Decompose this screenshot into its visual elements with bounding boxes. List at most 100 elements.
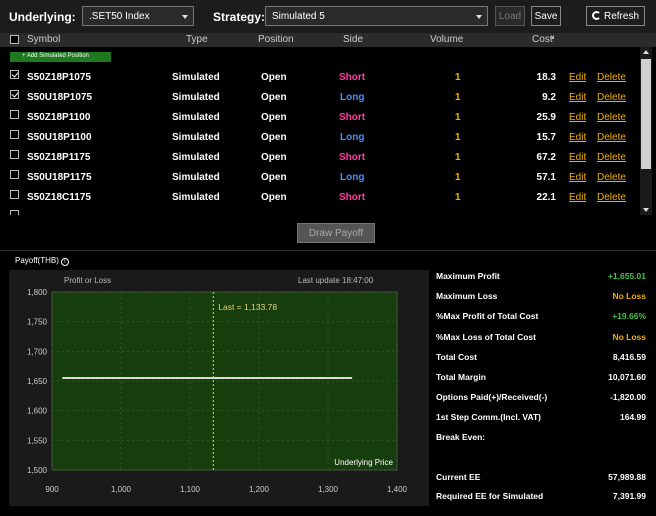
row-cost: 67.2 [536,152,556,163]
stat-label: Maximum Loss [436,291,498,301]
refresh-icon [591,11,601,20]
row-side: Short [339,152,366,163]
row-type: Simulated [172,132,220,143]
scroll-up-icon[interactable] [643,50,649,54]
y-tick-label: 1,750 [27,318,48,327]
stat-break-even: Break Even: [436,432,650,446]
underlying-label: Underlying: [9,10,76,24]
row-checkbox[interactable] [10,130,19,139]
strategy-select[interactable]: Simulated 5 [265,6,488,26]
row-side: Short [339,112,366,123]
delete-link[interactable]: Delete [597,112,626,123]
edit-link[interactable]: Edit [569,192,586,203]
strategy-value: Simulated 5 [272,11,325,22]
row-checkbox[interactable] [10,70,19,79]
payoff-chart: 900 1,000 1,100 1,200 1,300 1,400 1,800 1,750 1,… [27,288,408,494]
row-position: Open [261,72,287,83]
scroll-thumb[interactable] [641,59,651,169]
load-button[interactable]: Load [495,6,525,26]
header-side[interactable]: Side [343,34,363,45]
table-header: Symbol Type Position Side Volume Cost [0,33,656,47]
stat-total-cost: Total Cost 8,416.59 [436,352,650,366]
row-type: Simulated [172,192,220,203]
y-tick-label: 1,800 [27,288,48,297]
stat-total-margin: Total Margin 10,071.60 [436,372,650,386]
stat-value: 7,391.99 [612,491,646,501]
row-cost: 15.7 [536,132,556,143]
header-volume[interactable]: Volume [430,34,463,45]
row-volume: 1 [455,172,461,183]
stat-value: No Loss [612,291,646,301]
header-type[interactable]: Type [186,34,208,45]
delete-link[interactable]: Delete [597,192,626,203]
stat-value: -1,820.00 [610,392,646,402]
stat-label: Total Margin [436,372,486,382]
table-row-partial [0,207,638,215]
select-all-checkbox[interactable] [10,35,19,44]
row-volume: 1 [455,192,461,203]
section-divider [0,250,656,251]
delete-link[interactable]: Delete [597,72,626,83]
stat-value: 164.99 [620,412,646,422]
header-symbol[interactable]: Symbol [27,34,60,45]
row-checkbox[interactable] [10,90,19,99]
stat-max-profit-pct: %Max Profit of Total Cost +19.66% [436,311,650,325]
stat-label: 1st Step Comm.(Incl. VAT) [436,412,542,422]
delete-link[interactable]: Delete [597,172,626,183]
header-cost[interactable]: Cost [532,34,554,46]
edit-link[interactable]: Edit [569,172,586,183]
stat-value: 10,071.60 [608,372,646,382]
stat-commission: 1st Step Comm.(Incl. VAT) 164.99 [436,412,650,426]
row-checkbox[interactable] [10,150,19,159]
chevron-down-icon [182,15,188,19]
table-row: S50Z18P1175 Simulated Open Short 1 67.2 … [0,147,638,167]
save-button[interactable]: Save [531,6,561,26]
payoff-title-text: Payoff(THB) [15,256,59,265]
delete-link[interactable]: Delete [597,132,626,143]
x-tick-label: 1,200 [249,485,270,494]
row-symbol: S50U18P1075 [27,92,93,103]
table-row: S50Z18P1075 Simulated Open Short 1 18.3 … [0,67,638,87]
edit-link[interactable]: Edit [569,92,586,103]
y-tick-label: 1,550 [27,436,48,445]
edit-link[interactable]: Edit [569,112,586,123]
stat-label: %Max Loss of Total Cost [436,332,536,342]
strategy-label: Strategy: [213,10,266,24]
stat-max-loss-pct: %Max Loss of Total Cost No Loss [436,332,650,346]
row-cost: 57.1 [536,172,556,183]
row-checkbox[interactable] [10,110,19,119]
stat-label: Total Cost [436,352,477,362]
row-cost: 22.1 [536,192,556,203]
row-side: Long [340,92,365,103]
header-position[interactable]: Position [258,34,294,45]
row-cost: 9.2 [542,92,556,103]
edit-link[interactable]: Edit [569,152,586,163]
payoff-chart-panel: Profit or Loss Last update 18:47:00 900 1… [9,270,429,506]
underlying-select[interactable]: .SET50 Index [82,6,194,26]
delete-link[interactable]: Delete [597,92,626,103]
chevron-down-icon [476,15,482,19]
row-checkbox[interactable] [10,210,19,215]
edit-link[interactable]: Edit [569,72,586,83]
table-scrollbar[interactable] [640,47,652,215]
row-checkbox[interactable] [10,190,19,199]
row-checkbox[interactable] [10,170,19,179]
stat-value: No Loss [612,332,646,342]
draw-payoff-button[interactable]: Draw Payoff [297,223,375,243]
row-type: Simulated [172,152,220,163]
x-tick-label: 1,400 [387,485,408,494]
row-symbol: S50Z18P1175 [27,152,91,163]
row-volume: 1 [455,132,461,143]
chart-xlabel: Underlying Price [334,458,393,467]
stat-label: %Max Profit of Total Cost [436,311,539,321]
row-position: Open [261,192,287,203]
info-icon[interactable]: i [60,258,69,266]
edit-link[interactable]: Edit [569,132,586,143]
payoff-title: Payoff(THB) i [15,256,69,266]
scroll-down-icon[interactable] [643,208,649,212]
x-tick-label: 900 [45,485,59,494]
delete-link[interactable]: Delete [597,152,626,163]
add-simulated-position-button[interactable]: + Add Simulated Position [10,52,111,62]
stat-current-ee: Current EE 57,989.88 [436,472,650,486]
refresh-button[interactable]: Refresh [586,6,645,26]
